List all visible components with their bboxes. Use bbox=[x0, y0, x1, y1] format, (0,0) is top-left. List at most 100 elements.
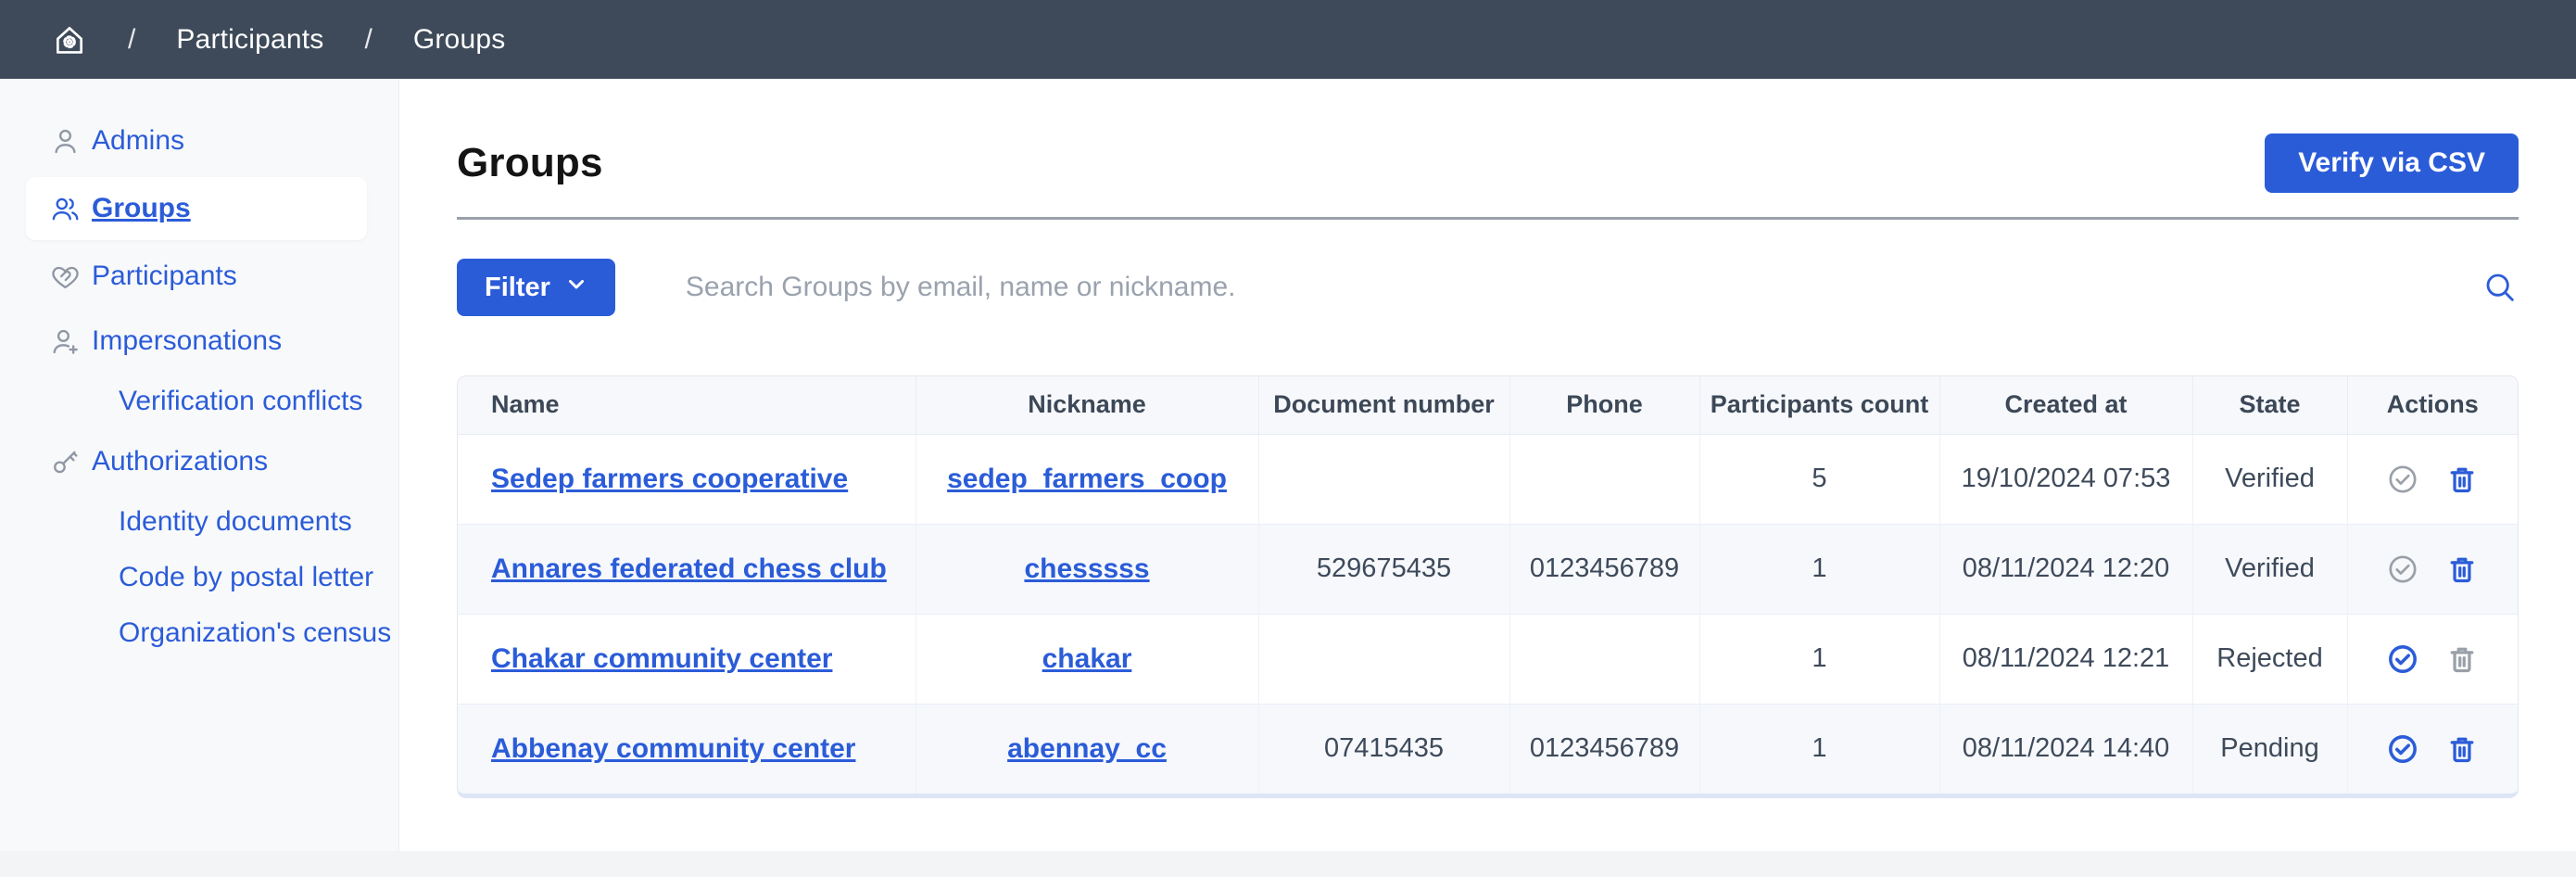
verify-group-button bbox=[2387, 553, 2418, 585]
created-at-cell: 08/11/2024 14:40 bbox=[1939, 704, 2192, 794]
sidebar-item-label: Groups bbox=[92, 193, 191, 224]
verify-group-button bbox=[2387, 464, 2418, 495]
created-at-cell: 19/10/2024 07:53 bbox=[1939, 434, 2192, 524]
document-number-cell: 529675435 bbox=[1258, 524, 1509, 614]
sidebar-item-verification-conflicts[interactable]: Verification conflicts bbox=[0, 374, 398, 429]
table-row: Annares federated chess club chesssss 5296… bbox=[458, 524, 2518, 614]
filter-button[interactable]: Filter bbox=[457, 259, 615, 316]
column-header-document-number: Document number bbox=[1258, 376, 1509, 434]
breadcrumb-groups[interactable]: Groups bbox=[413, 24, 506, 56]
breadcrumb-separator: / bbox=[128, 24, 135, 56]
state-cell: Verified bbox=[2192, 434, 2347, 524]
sidebar-item-label: Authorizations bbox=[92, 446, 268, 477]
phone-cell bbox=[1509, 434, 1699, 524]
column-header-name: Name bbox=[458, 376, 915, 434]
sidebar: Admins Groups Participants Impersonations Ve… bbox=[0, 79, 399, 851]
table-row: Chakar community centerchakar108/11/2024… bbox=[458, 614, 2518, 704]
created-at-cell: 08/11/2024 12:21 bbox=[1939, 614, 2192, 704]
column-header-nickname: Nickname bbox=[915, 376, 1258, 434]
name-cell: Chakar community center bbox=[458, 614, 915, 704]
state-cell: Pending bbox=[2192, 704, 2347, 794]
name-cell: Abbenay community center bbox=[458, 704, 915, 794]
delete-group-button[interactable] bbox=[2446, 553, 2478, 585]
group-icon bbox=[50, 194, 81, 224]
sidebar-nav: Admins Groups Participants Impersonations Ve… bbox=[0, 108, 398, 661]
group-name-link[interactable]: Annares federated chess club bbox=[491, 553, 887, 584]
chevron-down-icon bbox=[565, 273, 587, 303]
search-button[interactable] bbox=[2481, 269, 2519, 306]
column-header-state: State bbox=[2192, 376, 2347, 434]
table-body: Sedep farmers cooperative sedep_farmers_c… bbox=[458, 434, 2518, 794]
sidebar-item-admins[interactable]: Admins bbox=[0, 108, 398, 173]
breadcrumb-separator: / bbox=[364, 24, 372, 56]
search-input[interactable] bbox=[686, 272, 2467, 303]
created-at-cell: 08/11/2024 12:20 bbox=[1939, 524, 2192, 614]
state-cell: Verified bbox=[2192, 524, 2347, 614]
trash-icon bbox=[2446, 464, 2478, 495]
row-actions bbox=[2348, 615, 2519, 704]
row-actions bbox=[2348, 705, 2519, 794]
column-header-actions: Actions bbox=[2347, 376, 2518, 434]
table-row: Abbenay community center abennay_cc 074154… bbox=[458, 704, 2518, 794]
sidebar-item-organization-s-census[interactable]: Organization's census bbox=[0, 605, 398, 661]
document-number-cell bbox=[1258, 434, 1509, 524]
sidebar-item-label: Impersonations bbox=[92, 325, 282, 357]
column-header-participants-count: Participants count bbox=[1699, 376, 1939, 434]
key-icon bbox=[50, 447, 81, 477]
verify-icon bbox=[2387, 643, 2418, 675]
group-nickname-link[interactable]: abennay_cc bbox=[1007, 733, 1167, 764]
row-actions bbox=[2348, 435, 2519, 524]
verify-group-button[interactable] bbox=[2387, 643, 2418, 675]
group-name-link[interactable]: Chakar community center bbox=[491, 643, 832, 674]
group-nickname-link[interactable]: sedep_farmers_coop bbox=[947, 464, 1227, 494]
table-header-row: NameNicknameDocument numberPhoneParticip… bbox=[458, 376, 2518, 434]
verify-via-csv-button[interactable]: Verify via CSV bbox=[2265, 133, 2519, 193]
sidebar-item-label: Identity documents bbox=[119, 506, 352, 538]
nickname-cell: abennay_cc bbox=[915, 704, 1258, 794]
actions-cell bbox=[2347, 434, 2518, 524]
verify-icon bbox=[2387, 464, 2418, 495]
sidebar-item-label: Code by postal letter bbox=[119, 562, 373, 593]
delete-group-button[interactable] bbox=[2446, 464, 2478, 495]
search-icon bbox=[2481, 269, 2519, 306]
column-header-phone: Phone bbox=[1509, 376, 1699, 434]
home-gear-icon[interactable] bbox=[52, 22, 87, 57]
sidebar-item-impersonations[interactable]: Impersonations bbox=[0, 309, 398, 374]
sidebar-item-groups[interactable]: Groups bbox=[26, 177, 367, 240]
state-cell: Rejected bbox=[2192, 614, 2347, 704]
column-header-created-at: Created at bbox=[1939, 376, 2192, 434]
page-header: Groups Verify via CSV bbox=[457, 133, 2519, 194]
sidebar-item-authorizations[interactable]: Authorizations bbox=[0, 429, 398, 494]
trash-icon bbox=[2446, 553, 2478, 585]
verify-icon bbox=[2387, 553, 2418, 585]
document-number-cell: 07415435 bbox=[1258, 704, 1509, 794]
table-row: Sedep farmers cooperative sedep_farmers_c… bbox=[458, 434, 2518, 524]
groups-table: NameNicknameDocument numberPhoneParticip… bbox=[457, 375, 2519, 798]
sidebar-item-label: Verification conflicts bbox=[119, 386, 362, 417]
breadcrumb-participants[interactable]: Participants bbox=[176, 24, 323, 56]
toolbar: Filter bbox=[457, 259, 2519, 316]
sidebar-item-identity-documents[interactable]: Identity documents bbox=[0, 494, 398, 550]
document-number-cell bbox=[1258, 614, 1509, 704]
sidebar-item-label: Admins bbox=[92, 125, 184, 157]
participants-count-cell: 1 bbox=[1699, 524, 1939, 614]
delete-group-button[interactable] bbox=[2446, 733, 2478, 765]
group-name-link[interactable]: Abbenay community center bbox=[491, 733, 855, 764]
group-name-link[interactable]: Sedep farmers cooperative bbox=[491, 464, 848, 494]
actions-cell bbox=[2347, 704, 2518, 794]
header-divider bbox=[457, 217, 2519, 220]
row-actions bbox=[2348, 525, 2519, 614]
nickname-cell: sedep_farmers_coop bbox=[915, 434, 1258, 524]
sidebar-item-label: Organization's census bbox=[119, 617, 391, 649]
name-cell: Annares federated chess club bbox=[458, 524, 915, 614]
sidebar-item-code-by-postal-letter[interactable]: Code by postal letter bbox=[0, 550, 398, 605]
group-nickname-link[interactable]: chesssss bbox=[1024, 553, 1149, 584]
participants-count-cell: 5 bbox=[1699, 434, 1939, 524]
actions-cell bbox=[2347, 524, 2518, 614]
nickname-cell: chakar bbox=[915, 614, 1258, 704]
verify-group-button[interactable] bbox=[2387, 733, 2418, 765]
group-nickname-link[interactable]: chakar bbox=[1042, 643, 1132, 674]
sidebar-item-participants[interactable]: Participants bbox=[0, 244, 398, 309]
nickname-cell: chesssss bbox=[915, 524, 1258, 614]
sidebar-item-label: Participants bbox=[92, 261, 237, 292]
